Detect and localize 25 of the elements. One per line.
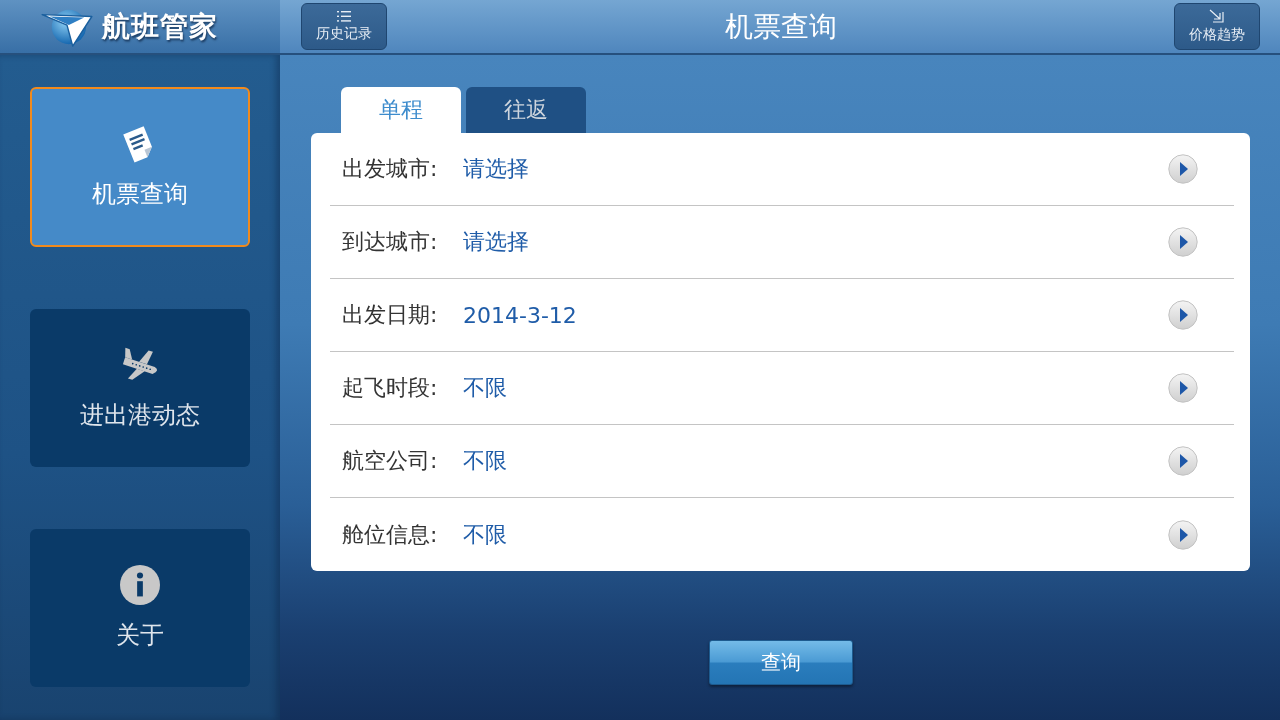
field-label: 起飞时段: (342, 374, 439, 402)
field-value[interactable]: 2014-3-12 (463, 302, 1168, 328)
tab[interactable]: 单程 (341, 87, 461, 133)
tab[interactable]: 往返 (466, 87, 586, 133)
search-button[interactable]: 查询 (708, 640, 853, 685)
app-name: 航班管家 (102, 8, 218, 45)
field-value[interactable]: 不限 (463, 519, 1168, 550)
field-label: 出发日期: (342, 301, 439, 329)
price-trend-button[interactable]: 价格趋势 (1174, 3, 1260, 50)
sidebar-item[interactable]: 关于 (30, 529, 250, 687)
sidebar-item[interactable]: 机票查询 (30, 87, 250, 247)
diagonal-arrow-icon (1209, 9, 1225, 23)
sidebar-item[interactable]: 进出港动态 (30, 309, 250, 467)
field-label: 出发城市: (342, 155, 439, 183)
field-value[interactable]: 请选择 (463, 227, 1168, 257)
field-label: 到达城市: (342, 228, 439, 256)
page-title: 机票查询 (723, 8, 838, 45)
list-icon (337, 10, 351, 22)
info-icon (118, 565, 162, 605)
field-label: 航空公司: (342, 447, 439, 475)
field-value[interactable]: 不限 (463, 373, 1168, 403)
field-label: 舱位信息: (342, 520, 439, 549)
history-button[interactable]: 历史记录 (301, 3, 387, 50)
field-value[interactable]: 请选择 (463, 154, 1168, 184)
field-value[interactable]: 不限 (463, 446, 1168, 476)
